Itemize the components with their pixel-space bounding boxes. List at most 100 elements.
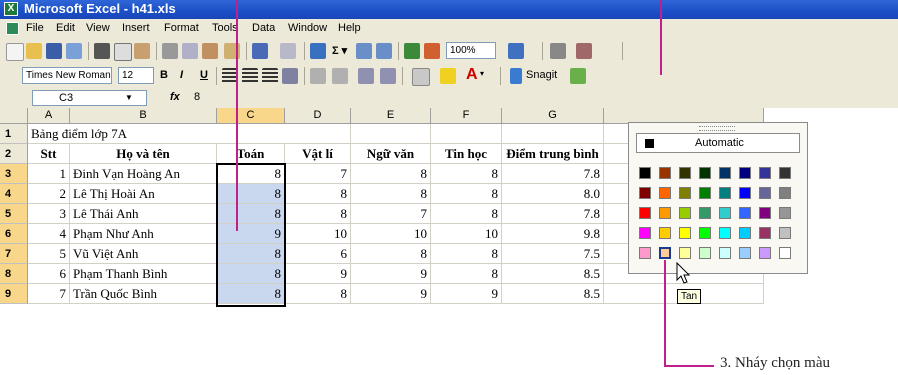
empty-cell[interactable] [351, 124, 431, 144]
table-cell[interactable]: Đinh Vạn Hoàng An [70, 164, 217, 184]
header-cell-3[interactable]: Toán [217, 144, 285, 164]
color-swatch[interactable] [719, 167, 731, 179]
table-cell[interactable]: 8 [431, 264, 502, 284]
color-swatch[interactable] [659, 167, 671, 179]
table-cell[interactable]: 7.8 [502, 204, 604, 224]
color-swatch[interactable] [759, 187, 771, 199]
toan-score-cell[interactable]: 8 [217, 244, 285, 264]
color-swatch[interactable] [719, 207, 731, 219]
color-swatch[interactable] [699, 167, 711, 179]
spelling-icon[interactable] [134, 43, 150, 59]
undo-icon[interactable] [252, 43, 268, 59]
table-cell[interactable]: 6 [28, 264, 70, 284]
formula-value[interactable]: 8 [194, 91, 200, 103]
chart-wizard-icon[interactable] [404, 43, 420, 59]
menu-view[interactable]: View [86, 22, 110, 34]
color-swatch[interactable] [639, 187, 651, 199]
header-cell-4[interactable]: Vật lí [285, 144, 351, 164]
color-swatch[interactable] [779, 247, 791, 259]
table-cell[interactable]: 3 [28, 204, 70, 224]
color-swatch[interactable] [679, 207, 691, 219]
empty-cell[interactable] [431, 124, 502, 144]
row-header-8[interactable]: 8 [0, 264, 28, 284]
table-cell[interactable]: 6 [285, 244, 351, 264]
table-cell[interactable]: 8 [351, 244, 431, 264]
color-swatch[interactable] [759, 247, 771, 259]
underline-button[interactable]: U [200, 69, 208, 81]
toan-score-cell[interactable]: 9 [217, 224, 285, 244]
table-cell[interactable]: 8 [285, 204, 351, 224]
font-name-dropdown[interactable]: Times New Roman [22, 67, 112, 84]
column-header-g[interactable]: G [502, 108, 604, 124]
table-cell[interactable]: 7 [28, 284, 70, 304]
menu-format[interactable]: Format [164, 22, 199, 34]
table-cell[interactable]: 8 [431, 164, 502, 184]
align-center-icon[interactable] [242, 68, 258, 84]
chevron-down-icon[interactable]: ▼ [125, 91, 133, 105]
table-cell[interactable]: 9 [351, 264, 431, 284]
color-swatch[interactable] [659, 227, 671, 239]
color-swatch[interactable] [759, 207, 771, 219]
table-cell[interactable]: 8 [285, 184, 351, 204]
table-cell[interactable]: 10 [285, 224, 351, 244]
table-cell[interactable]: 9 [351, 284, 431, 304]
row-header-5[interactable]: 5 [0, 204, 28, 224]
draw-border-icon[interactable] [576, 43, 592, 59]
snagit-window-icon[interactable] [570, 68, 586, 84]
decrease-indent-icon[interactable] [358, 68, 374, 84]
name-box[interactable]: C3 ▼ [32, 90, 147, 106]
redo-icon[interactable] [280, 43, 296, 59]
color-swatch[interactable] [739, 207, 751, 219]
snagit-button[interactable]: Snagit [526, 69, 557, 81]
save-icon[interactable] [46, 43, 62, 59]
sheet-title-cell[interactable]: Bảng điểm lớp 7A [28, 124, 285, 144]
table-cell[interactable]: 2 [28, 184, 70, 204]
table-cell[interactable]: 7.8 [502, 164, 604, 184]
font-size-dropdown[interactable]: 12 [118, 67, 154, 84]
bold-button[interactable]: B [160, 69, 168, 81]
color-swatch[interactable] [739, 227, 751, 239]
header-cell-1[interactable]: Stt [28, 144, 70, 164]
color-swatch[interactable] [779, 187, 791, 199]
paste-icon[interactable] [202, 43, 218, 59]
permission-icon[interactable] [66, 43, 82, 59]
header-cell-5[interactable]: Ngữ văn [351, 144, 431, 164]
table-cell[interactable]: 9.8 [502, 224, 604, 244]
table-cell[interactable]: 7.5 [502, 244, 604, 264]
table-cell[interactable]: 7 [351, 204, 431, 224]
sort-descending-icon[interactable] [376, 43, 392, 59]
menu-insert[interactable]: Insert [122, 22, 150, 34]
hyperlink-icon[interactable] [310, 43, 326, 59]
table-cell[interactable]: 7 [285, 164, 351, 184]
color-swatch[interactable] [679, 247, 691, 259]
color-swatch[interactable] [759, 227, 771, 239]
row-header-6[interactable]: 6 [0, 224, 28, 244]
color-swatch[interactable] [779, 167, 791, 179]
decrease-decimal-icon[interactable] [332, 68, 348, 84]
color-swatch[interactable] [679, 227, 691, 239]
table-cell[interactable]: 5 [28, 244, 70, 264]
color-swatch[interactable] [739, 247, 751, 259]
color-swatch[interactable] [679, 167, 691, 179]
drawing-icon[interactable] [424, 43, 440, 59]
color-swatch[interactable] [699, 227, 711, 239]
workbook-icon[interactable] [6, 22, 19, 35]
table-cell[interactable]: 1 [28, 164, 70, 184]
table-cell[interactable]: 8.0 [502, 184, 604, 204]
cut-icon[interactable] [162, 43, 178, 59]
font-color-dropdown-arrow[interactable]: ▾ [480, 69, 484, 78]
print-preview-icon[interactable] [114, 43, 132, 61]
table-cell[interactable]: 10 [351, 224, 431, 244]
color-swatch[interactable] [659, 247, 671, 259]
column-header-c[interactable]: C [217, 108, 285, 124]
empty-cell[interactable] [285, 124, 351, 144]
menu-window[interactable]: Window [288, 22, 327, 34]
table-cell[interactable]: 4 [28, 224, 70, 244]
zoom-dropdown[interactable]: 100% [446, 42, 496, 59]
table-cell[interactable]: 10 [431, 224, 502, 244]
draw-line-icon[interactable] [550, 43, 566, 59]
fill-color-icon[interactable] [440, 68, 456, 84]
color-swatch[interactable] [659, 187, 671, 199]
column-header-b[interactable]: B [70, 108, 217, 124]
color-swatch[interactable] [639, 247, 651, 259]
